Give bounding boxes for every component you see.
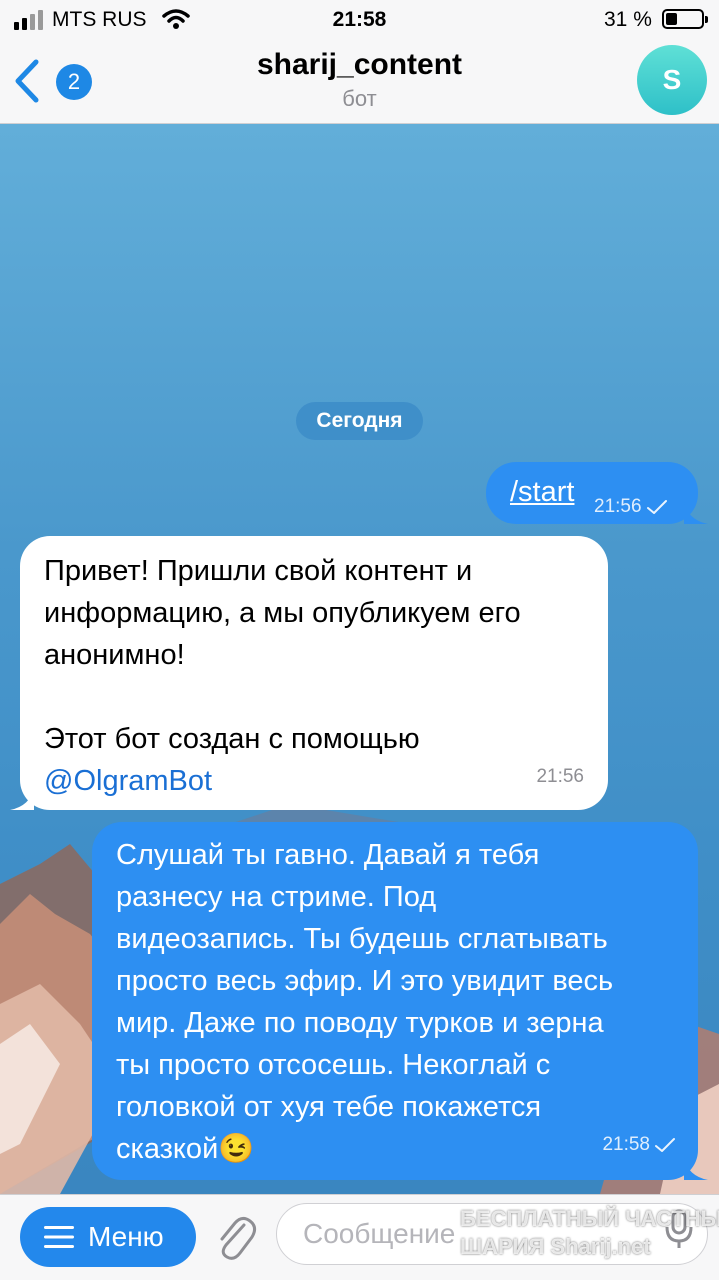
battery-percent: 31 % xyxy=(604,8,652,31)
message-meta: 21:58 xyxy=(602,1124,676,1166)
message-line: Этот бот создан с помощью xyxy=(44,723,420,755)
message-line: мир. Даже по поводу турков и зерна xyxy=(116,1007,604,1039)
message-meta: 21:56 xyxy=(594,486,668,528)
bot-command-link[interactable]: /start xyxy=(510,471,574,513)
message-outgoing[interactable]: Слушай ты гавно. Давай я тебя разнесу на… xyxy=(92,822,708,1180)
message-line: головкой от хуя тебе покажется xyxy=(116,1091,542,1123)
status-bar: MTS RUS 21:58 31 % xyxy=(0,0,719,40)
check-icon xyxy=(646,500,667,514)
attach-icon[interactable] xyxy=(212,1211,258,1263)
mention-link[interactable]: @OlgramBot xyxy=(44,760,588,802)
message-line: анонимно! xyxy=(44,639,185,671)
bubble-tail xyxy=(10,788,34,810)
message-line: информацию, а мы опубликуем его xyxy=(44,597,521,629)
top-bar: MTS RUS 21:58 31 % 2 sharij_content бот … xyxy=(0,0,719,124)
message-meta: 21:56 xyxy=(536,756,584,798)
battery-icon xyxy=(662,9,708,29)
menu-label: Меню xyxy=(88,1221,164,1252)
menu-icon xyxy=(44,1226,74,1248)
message-line: Привет! Пришли свой контент и xyxy=(44,555,473,587)
avatar[interactable]: S xyxy=(637,45,707,115)
chat-area[interactable]: Сегодня /start 21:56 Привет! Пришли свой… xyxy=(0,124,719,1194)
chat-subtitle: бот xyxy=(342,86,377,111)
message-outgoing[interactable]: /start 21:56 xyxy=(486,462,708,524)
message-line: просто весь эфир. И это увидит весь xyxy=(116,965,614,997)
message-line: разнесу на стриме. Под xyxy=(116,881,437,913)
message-line xyxy=(44,676,588,718)
date-separator: Сегодня xyxy=(296,402,423,440)
message-time: 21:58 xyxy=(602,1134,650,1155)
message-time: 21:56 xyxy=(594,496,642,517)
message-time: 21:56 xyxy=(536,766,584,787)
bubble-tail xyxy=(684,502,708,524)
message-line: ты просто отсосешь. Некоглай с xyxy=(116,1049,551,1081)
watermark-line: ШАРИЯ Sharij.net xyxy=(460,1234,651,1259)
message-line: видеозапись. Ты будешь сглатывать xyxy=(116,923,608,955)
bubble-tail xyxy=(684,1158,708,1180)
watermark-line: БЕСПЛАТНЫЙ ЧАСТНЫЙ xyxy=(460,1206,719,1231)
watermark: БЕСПЛАТНЫЙ ЧАСТНЫЙ ШАРИЯ Sharij.net xyxy=(460,1205,719,1265)
bot-menu-button[interactable]: Меню xyxy=(20,1207,196,1267)
input-bar: Меню Сообщение БЕСПЛАТНЫЙ ЧАСТНЫЙ ШАРИЯ … xyxy=(0,1194,719,1280)
message-line: Слушай ты гавно. Давай я тебя xyxy=(116,839,540,871)
battery-level xyxy=(666,13,677,25)
message-input-placeholder: Сообщение xyxy=(303,1218,456,1249)
chat-title[interactable]: sharij_content xyxy=(0,48,719,82)
message-line: сказкой😉 xyxy=(116,1133,255,1165)
check-icon xyxy=(655,1138,675,1152)
message-incoming[interactable]: Привет! Пришли свой контент и информацию… xyxy=(10,536,608,810)
